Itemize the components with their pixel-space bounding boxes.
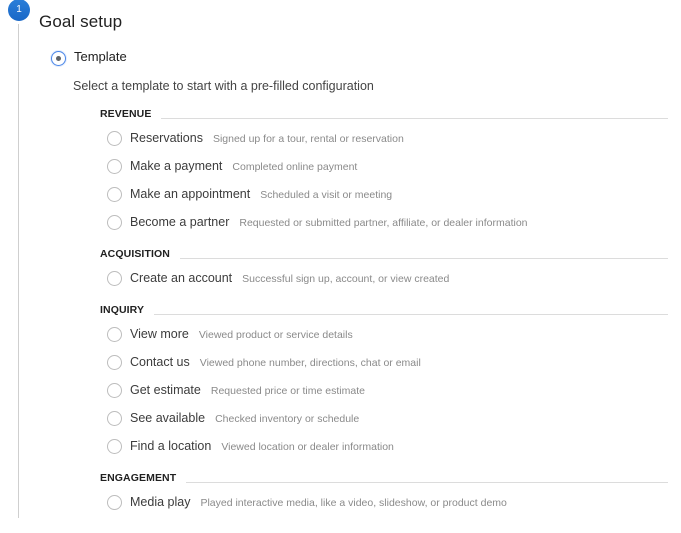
radio-icon[interactable]	[107, 383, 122, 398]
option-label: See available	[130, 411, 206, 425]
option-description: Successful sign up, account, or view cre…	[242, 273, 450, 285]
option-description: Viewed phone number, directions, chat or…	[199, 357, 421, 369]
radio-icon[interactable]	[107, 411, 122, 426]
option-description: Played interactive media, like a video, …	[200, 497, 507, 509]
section-header: REVENUE	[100, 108, 162, 120]
option-description: Checked inventory or schedule	[215, 413, 360, 425]
template-instructions: Select a template to start with a pre-fi…	[73, 79, 374, 93]
radio-icon[interactable]	[107, 271, 122, 286]
step-title: Goal setup	[39, 12, 123, 31]
radio-icon[interactable]	[107, 131, 122, 146]
option-label: Find a location	[130, 439, 212, 453]
option-label: Make an appointment	[130, 187, 251, 201]
section-divider	[100, 118, 668, 119]
option-description: Requested or submitted partner, affiliat…	[239, 217, 528, 229]
template-radio-option[interactable]: Template	[51, 49, 171, 67]
radio-icon[interactable]	[107, 355, 122, 370]
radio-icon[interactable]	[107, 187, 122, 202]
template-radio-label: Template	[74, 49, 127, 64]
option-label: Make a payment	[130, 159, 223, 173]
step-badge: 1	[8, 0, 30, 21]
option-description: Viewed location or dealer information	[221, 441, 394, 453]
option-label: Reservations	[130, 131, 203, 145]
option-description: Scheduled a visit or meeting	[260, 189, 393, 201]
option-label: View more	[130, 327, 189, 341]
option-description: Viewed product or service details	[198, 329, 353, 341]
section-acquisition: ACQUISITION	[100, 248, 668, 262]
section-divider	[100, 314, 668, 315]
option-label: Create an account	[130, 271, 233, 285]
section-revenue: REVENUE	[100, 108, 668, 122]
radio-icon[interactable]	[107, 439, 122, 454]
section-header: ACQUISITION	[100, 248, 180, 260]
section-engagement: ENGAGEMENT	[100, 472, 668, 486]
option-label: Media play	[130, 495, 191, 509]
option-description: Requested price or time estimate	[210, 385, 365, 397]
option-description: Signed up for a tour, rental or reservat…	[212, 133, 404, 145]
option-description: Completed online payment	[232, 161, 358, 173]
section-inquiry: INQUIRY	[100, 304, 668, 318]
radio-icon[interactable]	[107, 215, 122, 230]
option-label: Get estimate	[130, 383, 201, 397]
section-header: ENGAGEMENT	[100, 472, 187, 484]
step-connector-line	[18, 24, 19, 518]
radio-icon[interactable]	[107, 327, 122, 342]
radio-selected-icon[interactable]	[51, 51, 66, 66]
option-label: Become a partner	[130, 215, 230, 229]
radio-icon[interactable]	[107, 495, 122, 510]
section-divider	[100, 258, 668, 259]
radio-icon[interactable]	[107, 159, 122, 174]
section-header: INQUIRY	[100, 304, 155, 316]
option-label: Contact us	[130, 355, 190, 369]
